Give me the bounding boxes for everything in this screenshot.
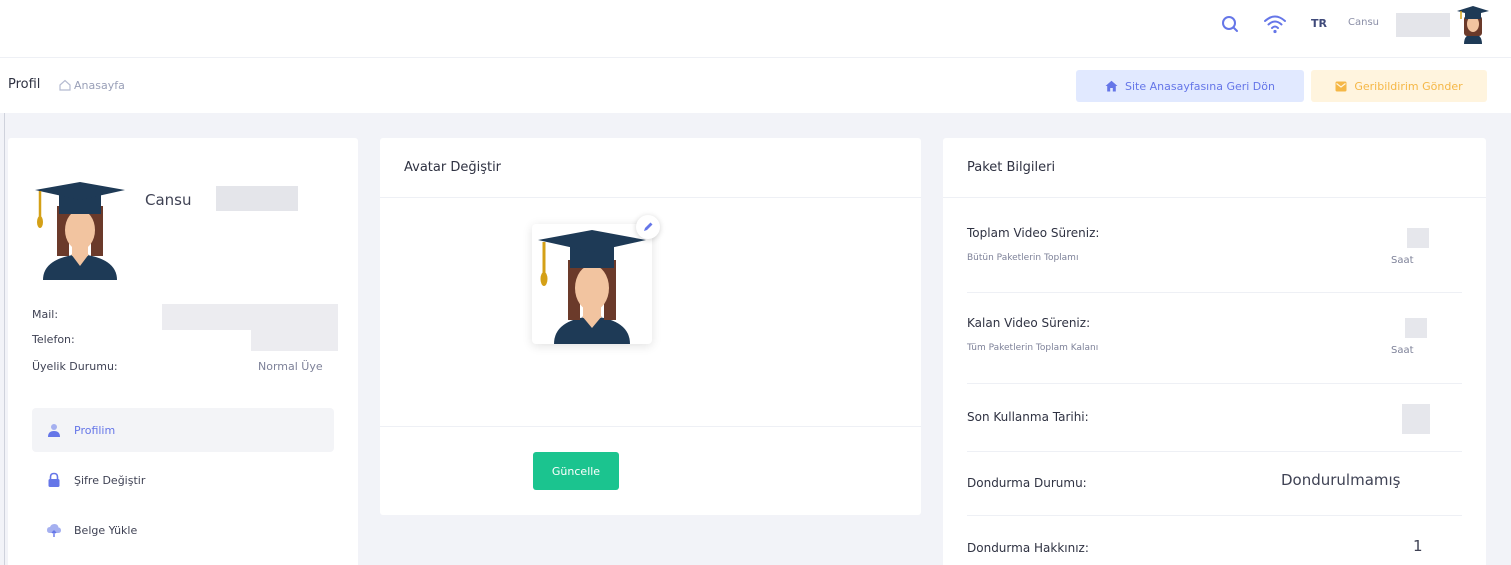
phone-label: Telefon: — [32, 333, 75, 346]
nav-item-label: Şifre Değiştir — [74, 473, 146, 487]
home-icon[interactable] — [58, 78, 72, 92]
card-divider — [380, 197, 921, 198]
nav-item-label: Belge Yükle — [74, 523, 138, 537]
remaining-video-unit: Saat — [1391, 345, 1414, 356]
nav-item-profilim[interactable]: Profilim — [32, 408, 334, 452]
avatar-preview-image — [538, 230, 646, 344]
freeze-rights-value: 1 — [1413, 537, 1423, 555]
update-button[interactable]: Güncelle — [533, 452, 619, 490]
redacted-value — [1407, 228, 1429, 248]
nav-item-belge-yukle[interactable]: Belge Yükle — [32, 508, 334, 552]
redacted-surname — [1396, 13, 1450, 37]
row-divider — [967, 451, 1462, 452]
freeze-status-label: Dondurma Durumu: — [967, 476, 1087, 490]
redacted-surname — [216, 186, 298, 211]
page-title: Profil — [8, 77, 41, 92]
redacted-value — [1405, 318, 1427, 338]
language-selector[interactable]: TR — [1311, 17, 1327, 30]
subheader: Profil Anasayfa Site Anasayfasına Geri D… — [0, 58, 1511, 113]
avatar-card-title: Avatar Değiştir — [404, 160, 502, 175]
lock-icon — [48, 472, 60, 487]
user-icon — [48, 424, 60, 437]
nav-item-sifre-degistir[interactable]: Şifre Değiştir — [32, 458, 334, 502]
avatar-card: Avatar Değiştir Güncelle — [380, 138, 921, 515]
redacted-value — [1402, 404, 1430, 434]
feedback-button[interactable]: Geribildirim Gönder — [1311, 70, 1487, 102]
upload-icon — [47, 524, 61, 537]
card-divider — [943, 197, 1486, 198]
total-video-label: Toplam Video Süreniz: — [967, 226, 1100, 240]
mail-label: Mail: — [32, 308, 59, 321]
profile-card: Cansu Mail: Telefon: Üyelik Durumu: Norm… — [8, 138, 358, 565]
package-card: Paket Bilgileri Toplam Video Süreniz: Bü… — [943, 138, 1486, 565]
wifi-icon[interactable] — [1262, 12, 1288, 36]
freeze-status-value: Dondurulmamış — [1281, 471, 1401, 489]
redacted-phone — [251, 327, 338, 351]
user-name[interactable]: Cansu — [1348, 17, 1379, 28]
house-icon — [1105, 80, 1118, 92]
feedback-button-label: Geribildirim Gönder — [1354, 79, 1463, 93]
package-card-title: Paket Bilgileri — [967, 160, 1056, 175]
card-divider — [380, 426, 921, 427]
row-divider — [967, 515, 1462, 516]
breadcrumb[interactable]: Anasayfa — [74, 79, 125, 92]
avatar[interactable] — [1456, 4, 1490, 44]
freeze-rights-label: Dondurma Hakkınız: — [967, 541, 1089, 555]
avatar-preview — [532, 224, 652, 344]
membership-label: Üyelik Durumu: — [32, 360, 118, 373]
site-home-button-label: Site Anasayfasına Geri Dön — [1125, 79, 1275, 93]
site-home-button[interactable]: Site Anasayfasına Geri Dön — [1076, 70, 1304, 102]
row-divider — [967, 292, 1462, 293]
row-divider — [967, 383, 1462, 384]
profile-name: Cansu — [145, 191, 192, 209]
envelope-icon — [1335, 81, 1347, 91]
nav-item-label: Profilim — [74, 423, 116, 437]
pencil-icon — [644, 222, 653, 231]
expiry-date-label: Son Kullanma Tarihi: — [967, 410, 1089, 424]
edit-avatar-button[interactable] — [636, 215, 660, 239]
total-video-sub: Bütün Paketlerin Toplamı — [967, 253, 1079, 263]
membership-status: Normal Üye — [258, 360, 323, 373]
total-video-unit: Saat — [1391, 255, 1414, 266]
remaining-video-label: Kalan Video Süreniz: — [967, 316, 1091, 330]
search-icon[interactable] — [1219, 13, 1241, 35]
top-bar: TR Cansu — [0, 0, 1511, 58]
remaining-video-sub: Tüm Paketlerin Toplam Kalanı — [967, 343, 1099, 353]
profile-avatar — [35, 182, 125, 280]
